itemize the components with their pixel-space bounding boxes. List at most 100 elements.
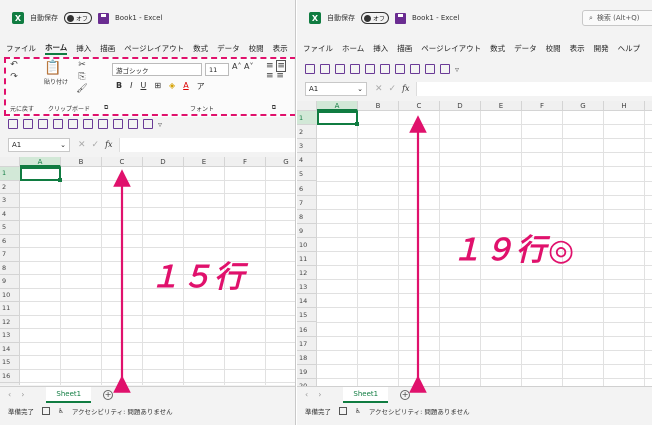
search-input[interactable]: ⌕ 検索 (Alt+Q) xyxy=(582,10,652,26)
column-header-f[interactable]: F xyxy=(522,101,563,111)
row-header-9[interactable]: 9 xyxy=(0,275,20,289)
tab-0[interactable]: ファイル xyxy=(6,43,36,54)
format-painter-icon[interactable]: 🖌 xyxy=(76,83,88,95)
qat-align-icon[interactable] xyxy=(128,119,138,129)
accessibility-icon[interactable]: ♿ xyxy=(58,407,64,415)
enter-icon[interactable]: ✓ xyxy=(389,84,397,94)
row-header-10[interactable]: 10 xyxy=(297,238,317,252)
qat-grid-icon[interactable] xyxy=(83,119,93,129)
qat-chart-icon[interactable] xyxy=(365,64,375,74)
column-header-d[interactable]: D xyxy=(143,157,184,167)
next-sheet-icon[interactable]: › xyxy=(318,390,321,399)
column-header-e[interactable]: E xyxy=(481,101,522,111)
enter-icon[interactable]: ✓ xyxy=(92,140,100,150)
align-center-icon[interactable]: ≡ xyxy=(276,71,284,81)
align-top-icon[interactable]: ≡ xyxy=(266,61,274,71)
column-header-a[interactable]: A xyxy=(317,101,358,111)
fill-color-icon[interactable]: ◈ xyxy=(169,81,175,92)
row-header-6[interactable]: 6 xyxy=(0,235,20,248)
tab-7[interactable]: 校閲 xyxy=(546,43,561,54)
formula-input[interactable] xyxy=(415,82,652,96)
column-header-d[interactable]: D xyxy=(440,101,481,111)
tab-6[interactable]: データ xyxy=(514,43,537,54)
row-header-12[interactable]: 12 xyxy=(0,316,20,329)
prev-sheet-icon[interactable]: ‹ xyxy=(305,390,308,399)
undo-icon[interactable]: ↶ xyxy=(8,59,20,71)
row-header-17[interactable]: 17 xyxy=(297,337,317,351)
tab-2[interactable]: 挿入 xyxy=(373,43,388,54)
qat-form-icon[interactable] xyxy=(395,64,405,74)
tab-3[interactable]: 描画 xyxy=(397,43,412,54)
cancel-icon[interactable]: ✕ xyxy=(78,140,86,150)
row-header-8[interactable]: 8 xyxy=(0,262,20,275)
tab-5[interactable]: 数式 xyxy=(193,43,208,54)
qat-table-icon[interactable] xyxy=(53,119,63,129)
qat-list-icon[interactable] xyxy=(410,64,420,74)
tab-7[interactable]: 校閲 xyxy=(249,43,264,54)
qat-select-icon[interactable] xyxy=(440,64,450,74)
row-header-4[interactable]: 4 xyxy=(0,208,20,221)
row-header-13[interactable]: 13 xyxy=(0,329,20,343)
macro-record-icon[interactable] xyxy=(339,407,347,415)
qat-chart-icon[interactable] xyxy=(68,119,78,129)
row-header-10[interactable]: 10 xyxy=(0,289,20,302)
row-header-11[interactable]: 11 xyxy=(0,302,20,316)
row-header-7[interactable]: 7 xyxy=(0,248,20,262)
sheet-tab-sheet1[interactable]: Sheet1 xyxy=(343,386,389,403)
select-all-corner[interactable] xyxy=(0,157,20,167)
column-header-b[interactable]: B xyxy=(61,157,102,167)
qat-select-icon[interactable] xyxy=(143,119,153,129)
redo-icon[interactable]: ↷ xyxy=(8,71,20,83)
bold-icon[interactable]: B xyxy=(116,81,122,92)
sheet-tab-sheet1[interactable]: Sheet1 xyxy=(46,386,92,403)
clipboard-launcher-icon[interactable]: ⧉ xyxy=(104,104,114,113)
column-header-b[interactable]: B xyxy=(358,101,399,111)
column-header-c[interactable]: C xyxy=(102,157,143,167)
row-header-14[interactable]: 14 xyxy=(0,343,20,356)
column-header-h[interactable]: H xyxy=(604,101,645,111)
qat-customize-icon[interactable]: ▿ xyxy=(455,65,459,74)
prev-sheet-icon[interactable]: ‹ xyxy=(8,390,11,399)
font-color-icon[interactable]: A xyxy=(183,81,188,92)
qat-form-icon[interactable] xyxy=(98,119,108,129)
column-header-g[interactable]: G xyxy=(563,101,604,111)
tab-0[interactable]: ファイル xyxy=(303,43,333,54)
next-sheet-icon[interactable]: › xyxy=(21,390,24,399)
add-sheet-icon[interactable]: + xyxy=(103,389,114,400)
name-box[interactable]: A1 ⌄ xyxy=(305,82,367,96)
row-header-19[interactable]: 19 xyxy=(297,365,317,379)
tab-1[interactable]: ホーム xyxy=(45,42,68,55)
underline-icon[interactable]: U xyxy=(140,81,146,92)
column-header-a[interactable]: A xyxy=(20,157,61,167)
qat-print-icon[interactable] xyxy=(38,119,48,129)
italic-icon[interactable]: I xyxy=(130,81,132,92)
qat-customize-icon[interactable]: ▿ xyxy=(158,120,162,129)
row-header-15[interactable]: 15 xyxy=(297,308,317,323)
row-header-2[interactable]: 2 xyxy=(0,181,20,194)
tab-10[interactable]: ヘルプ xyxy=(618,43,641,54)
row-header-5[interactable]: 5 xyxy=(297,167,317,182)
qat-align-icon[interactable] xyxy=(425,64,435,74)
row-header-1[interactable]: 1 xyxy=(0,167,20,181)
font-name-select[interactable]: 游ゴシック xyxy=(112,63,202,76)
row-header-8[interactable]: 8 xyxy=(297,210,317,224)
tab-1[interactable]: ホーム xyxy=(342,43,364,54)
tab-8[interactable]: 表示 xyxy=(570,43,585,54)
row-header-13[interactable]: 13 xyxy=(297,280,317,295)
qat-table-icon[interactable] xyxy=(350,64,360,74)
save-icon[interactable] xyxy=(98,12,109,24)
tab-4[interactable]: ページレイアウト xyxy=(124,43,184,54)
row-header-3[interactable]: 3 xyxy=(297,139,317,154)
row-header-14[interactable]: 14 xyxy=(297,294,317,309)
qat-save-icon[interactable] xyxy=(305,64,315,74)
tab-8[interactable]: 表示 xyxy=(273,43,288,54)
cut-icon[interactable]: ✂ xyxy=(76,59,88,71)
qat-open-icon[interactable] xyxy=(320,64,330,74)
row-header-16[interactable]: 16 xyxy=(0,370,20,383)
row-header-3[interactable]: 3 xyxy=(0,194,20,208)
column-header-f[interactable]: F xyxy=(225,157,266,167)
shrink-font-icon[interactable]: A˅ xyxy=(244,62,253,71)
qat-print-icon[interactable] xyxy=(335,64,345,74)
border-icon[interactable]: ⊞ xyxy=(154,81,161,92)
formula-input[interactable] xyxy=(118,138,295,152)
